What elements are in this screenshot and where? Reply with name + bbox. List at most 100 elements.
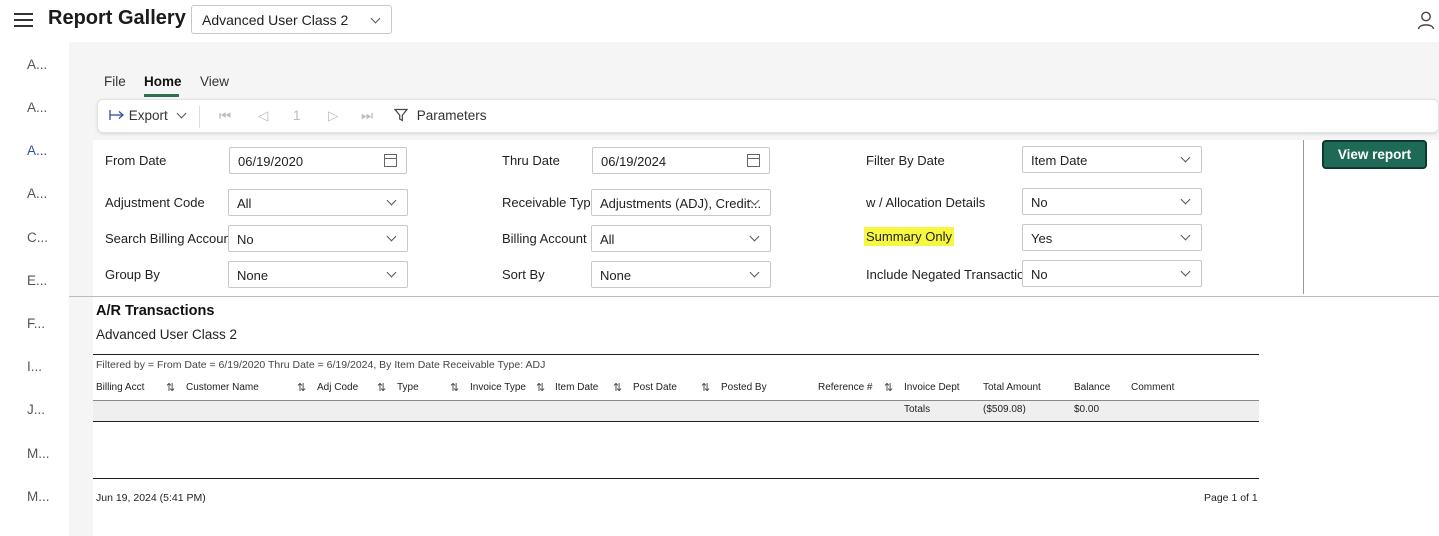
filter-summary: Filtered by = From Date = 6/19/2020 Thru… [96,359,546,371]
column-header[interactable]: Item Date [555,382,598,393]
last-page-icon[interactable]: ⏭ [361,108,373,124]
billing-account-label: Billing Account [502,231,587,246]
tab-file[interactable]: File [104,74,126,89]
report-title: A/R Transactions [96,303,215,319]
group-by-label: Group By [105,267,160,282]
sidebar-item[interactable]: E... [27,273,47,288]
view-report-button[interactable]: View report [1323,141,1426,168]
receivable-type-value: Adjustments (ADJ), Credit... [600,196,762,211]
previous-page-icon[interactable]: ◁ [258,108,268,124]
from-date-field[interactable]: 06/19/2020 [229,147,407,174]
sidebar-item[interactable]: A... [27,100,47,115]
report-select[interactable]: Advanced User Class 2 [191,5,392,34]
column-header[interactable]: Balance [1074,382,1110,393]
sidebar-item[interactable]: C... [27,230,48,245]
column-header[interactable]: Type [397,382,419,393]
sidebar-item[interactable]: M... [27,489,50,504]
column-header[interactable]: Comment [1131,382,1174,393]
report-timestamp: Jun 19, 2024 (5:41 PM) [96,492,206,504]
first-page-icon[interactable]: ⏮ [219,108,231,124]
search-billing-account-value: No [237,232,254,247]
sidebar-item[interactable]: A... [27,57,47,72]
search-billing-account-select[interactable]: No [228,225,408,252]
chevron-down-icon [1180,266,1191,277]
tab-home[interactable]: Home [144,74,182,89]
report-select-value: Advanced User Class 2 [202,12,349,28]
chevron-down-icon [1180,194,1191,205]
summary-only-value: Yes [1031,231,1053,246]
column-header[interactable]: Adj Code [317,382,358,393]
next-page-icon[interactable]: ▷ [328,108,338,124]
from-date-value: 06/19/2020 [238,154,304,169]
active-tab-indicator [144,94,179,97]
filter-by-date-label: Filter By Date [866,153,945,168]
column-header[interactable]: Billing Acct [96,382,144,393]
allocation-details-label: w / Allocation Details [866,195,986,210]
parameters-label: Parameters [416,108,487,123]
chevron-down-icon [386,231,397,242]
calendar-icon[interactable] [384,154,397,167]
include-negated-select[interactable]: No [1022,260,1202,287]
column-header[interactable]: Customer Name [186,382,259,393]
column-header[interactable]: Reference # [818,382,872,393]
thru-date-value: 06/19/2024 [601,154,667,169]
thru-date-field[interactable]: 06/19/2024 [592,147,770,174]
search-billing-account-label: Search Billing Account [105,231,235,246]
sort-by-value: None [600,268,632,283]
billing-account-select[interactable]: All [591,225,771,252]
sort-icon[interactable]: ⇅ [166,381,175,394]
page-number[interactable]: 1 [293,108,301,123]
calendar-icon[interactable] [747,154,760,167]
toolbar-separator [199,106,200,128]
chevron-down-icon [1180,230,1191,241]
sort-by-select[interactable]: None [591,261,771,288]
include-negated-value: No [1031,267,1048,282]
chevron-down-icon [370,13,381,24]
sort-icon[interactable]: ⇅ [450,381,459,394]
sidebar-item[interactable]: F... [27,316,45,331]
adjustment-code-label: Adjustment Code [105,195,205,210]
receivable-type-select[interactable]: Adjustments (ADJ), Credit... [591,189,771,216]
sidebar-item[interactable]: J... [27,402,45,417]
column-header[interactable]: Invoice Type [470,382,526,393]
filter-icon [393,108,409,122]
export-icon [109,110,124,120]
sidebar-item[interactable]: M... [27,446,50,461]
group-by-select[interactable]: None [228,261,408,288]
sidebar-item[interactable]: I... [27,359,42,374]
chevron-down-icon [1180,152,1191,163]
user-icon[interactable] [1416,10,1436,30]
sort-icon[interactable]: ⇅ [613,381,622,394]
summary-only-select[interactable]: Yes [1022,224,1202,251]
column-header[interactable]: Invoice Dept [904,382,960,393]
report-rule [93,421,1259,422]
summary-only-highlight: Summary Only [864,227,954,246]
sidebar-item[interactable]: A... [27,186,47,201]
sort-icon[interactable]: ⇅ [884,381,893,394]
report-rule [93,478,1259,479]
allocation-details-select[interactable]: No [1022,188,1202,215]
parameters-button[interactable]: Parameters [393,108,487,123]
sort-icon[interactable]: ⇅ [701,381,710,394]
adjustment-code-select[interactable]: All [228,189,408,216]
sidebar-item-active[interactable]: A... [27,143,47,158]
page-title: Report Gallery [48,7,186,29]
filter-by-date-select[interactable]: Item Date [1022,146,1202,173]
column-header[interactable]: Post Date [633,382,677,393]
column-header[interactable]: Posted By [721,382,767,393]
sort-icon[interactable]: ⇅ [297,381,306,394]
chevron-down-icon [386,267,397,278]
chevron-down-icon [749,231,760,242]
sidebar: A... A... A... A... C... E... F... I... … [0,42,69,536]
top-bar: Report Gallery Advanced User Class 2 [0,0,1439,42]
totals-label: Totals [904,404,931,415]
sort-icon[interactable]: ⇅ [536,381,545,394]
from-date-label: From Date [105,153,167,168]
tab-view[interactable]: View [200,74,229,89]
summary-only-label: Summary Only [864,227,954,246]
sort-icon[interactable]: ⇅ [377,381,386,394]
menu-icon[interactable] [14,11,34,29]
receivable-type-label: Receivable Type [502,195,598,210]
export-button[interactable]: Export [109,108,187,123]
column-header[interactable]: Total Amount [983,382,1041,393]
